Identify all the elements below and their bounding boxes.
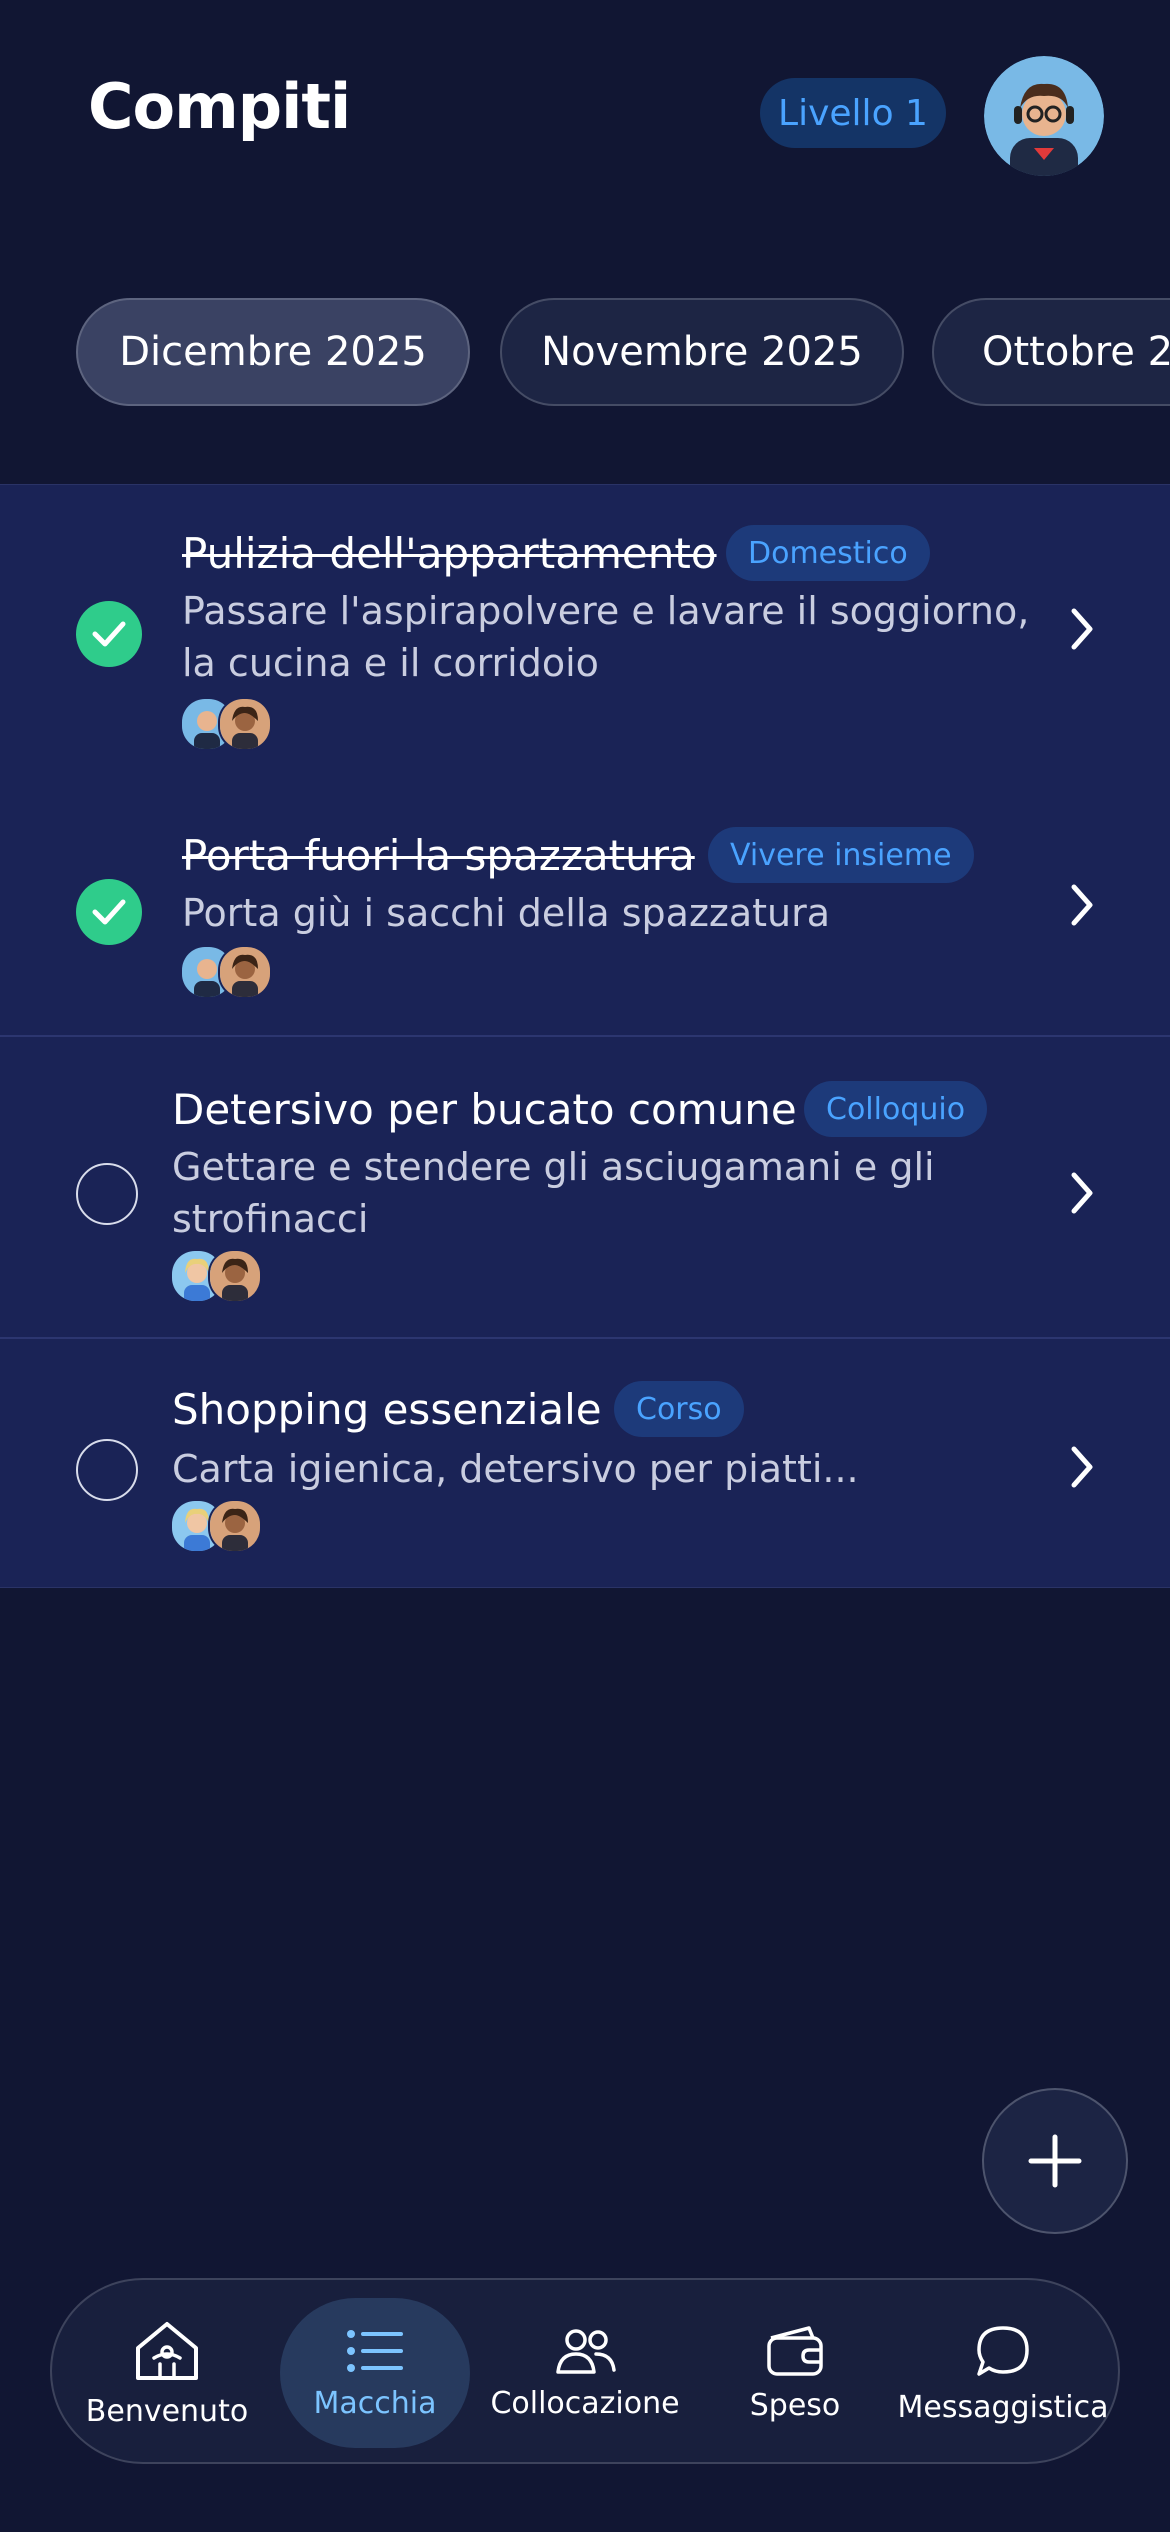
checkmark-icon[interactable] [76, 879, 142, 945]
tab-dicembre-2025[interactable]: Dicembre 2025 [76, 298, 470, 406]
chevron-right-icon[interactable] [1066, 1443, 1098, 1491]
level-badge[interactable]: Livello 1 [760, 78, 946, 148]
task-title: Detersivo per bucato comune [172, 1085, 797, 1134]
task-tag: Domestico [726, 525, 930, 581]
wallet-icon [767, 2325, 823, 2376]
avatar [208, 1249, 262, 1303]
task-tag: Colloquio [804, 1081, 988, 1137]
tab-ottobre-2025[interactable]: Ottobre 2025 [932, 298, 1170, 406]
nav-label: Macchia [313, 2385, 437, 2421]
task-title: Porta fuori la spazzatura [182, 831, 695, 880]
task-description: Gettare e stendere gli asciugamani e gli… [172, 1145, 935, 1241]
nav-item-messaggistica[interactable]: Messaggistica [898, 2298, 1109, 2448]
month-tabs: Dicembre 2025 Novembre 2025 Ottobre 2025 [76, 298, 1170, 410]
checkmark-icon[interactable] [76, 601, 142, 667]
task-tag: Corso [614, 1381, 744, 1437]
tab-novembre-2025[interactable]: Novembre 2025 [500, 298, 904, 406]
avatar-icon [984, 56, 1104, 176]
checkbox-empty-icon[interactable] [76, 1163, 138, 1225]
task-title: Shopping essenziale [172, 1385, 602, 1434]
nav-label: Speso [749, 2387, 841, 2423]
task-item[interactable]: Detersivo per bucato comune Colloquio Ge… [0, 1037, 1170, 1337]
task-list: Pulizia dell'appartamento Domestico Pass… [0, 484, 1170, 1588]
avatar [208, 1499, 262, 1553]
people-icon [556, 2328, 616, 2374]
add-task-button[interactable] [982, 2088, 1128, 2234]
task-item[interactable]: Porta fuori la spazzatura Vivere insieme… [0, 775, 1170, 1035]
task-description: Porta giù i sacchi della spazzatura [182, 891, 831, 935]
avatar [218, 945, 272, 999]
nav-label: Collocazione [490, 2385, 680, 2421]
task-description: Carta igienica, detersivo per piatti... [172, 1447, 859, 1491]
task-tag: Vivere insieme [708, 827, 974, 883]
home-icon [136, 2321, 198, 2380]
assignee-avatars [180, 697, 280, 751]
avatar [218, 697, 272, 751]
nav-label: Messaggistica [897, 2389, 1109, 2425]
nav-item-speso[interactable]: Speso [700, 2298, 890, 2448]
task-item[interactable]: Pulizia dell'appartamento Domestico Pass… [0, 485, 1170, 775]
page-title: Compiti [88, 70, 351, 143]
plus-icon [1028, 2134, 1082, 2188]
chevron-right-icon[interactable] [1066, 1169, 1098, 1217]
nav-item-collocazione[interactable]: Collocazione [490, 2298, 680, 2448]
checkbox-empty-icon[interactable] [76, 1439, 138, 1501]
chat-icon [977, 2325, 1029, 2376]
task-item[interactable]: Shopping essenziale Corso Carta igienica… [0, 1339, 1170, 1587]
profile-avatar[interactable] [984, 56, 1104, 176]
chevron-right-icon[interactable] [1066, 605, 1098, 653]
assignee-avatars [170, 1499, 270, 1553]
task-title: Pulizia dell'appartamento [182, 529, 717, 578]
list-icon [347, 2329, 403, 2372]
nav-label: Benvenuto [85, 2393, 249, 2429]
nav-item-benvenuto[interactable]: Benvenuto [72, 2298, 262, 2448]
task-description: Passare l'aspirapolvere e lavare il sogg… [182, 589, 1030, 685]
bottom-nav: Benvenuto Macchia Collocazione Speso Mes… [50, 2278, 1120, 2464]
chevron-right-icon[interactable] [1066, 881, 1098, 929]
nav-item-macchia[interactable]: Macchia [280, 2298, 470, 2448]
assignee-avatars [180, 945, 280, 999]
assignee-avatars [170, 1249, 270, 1303]
